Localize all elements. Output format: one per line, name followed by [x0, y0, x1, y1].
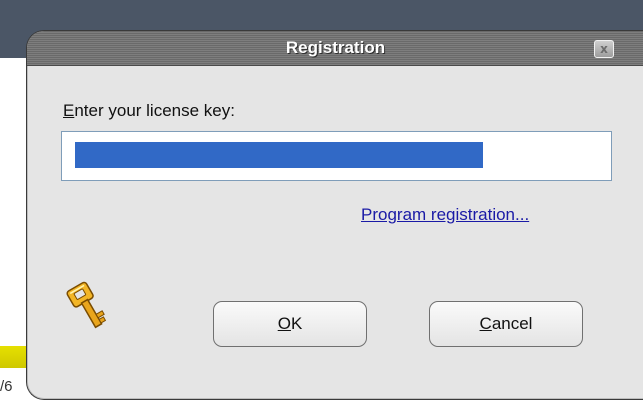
- label-text: nter your license key:: [74, 101, 235, 120]
- ok-label: K: [290, 314, 303, 333]
- close-icon: x: [600, 42, 608, 56]
- license-key-label: Enter your license key:: [63, 101, 235, 121]
- cancel-label: ancel: [491, 314, 533, 333]
- ok-button[interactable]: OK: [213, 301, 367, 347]
- cancel-accelerator: C: [479, 314, 492, 333]
- background-text-fragment: /6: [0, 378, 13, 395]
- registration-dialog: Registration x Enter your license key: P…: [26, 30, 643, 400]
- dialog-title: Registration: [285, 38, 386, 57]
- program-registration-link[interactable]: Program registration...: [361, 205, 529, 225]
- dialog-titlebar[interactable]: Registration x: [27, 31, 643, 66]
- license-key-input[interactable]: [61, 131, 612, 181]
- ok-accelerator: O: [277, 314, 291, 333]
- close-button[interactable]: x: [594, 40, 614, 58]
- label-accelerator: E: [63, 101, 75, 120]
- selected-text-highlight: [75, 142, 483, 168]
- key-icon: [66, 281, 107, 329]
- cancel-button[interactable]: Cancel: [429, 301, 583, 347]
